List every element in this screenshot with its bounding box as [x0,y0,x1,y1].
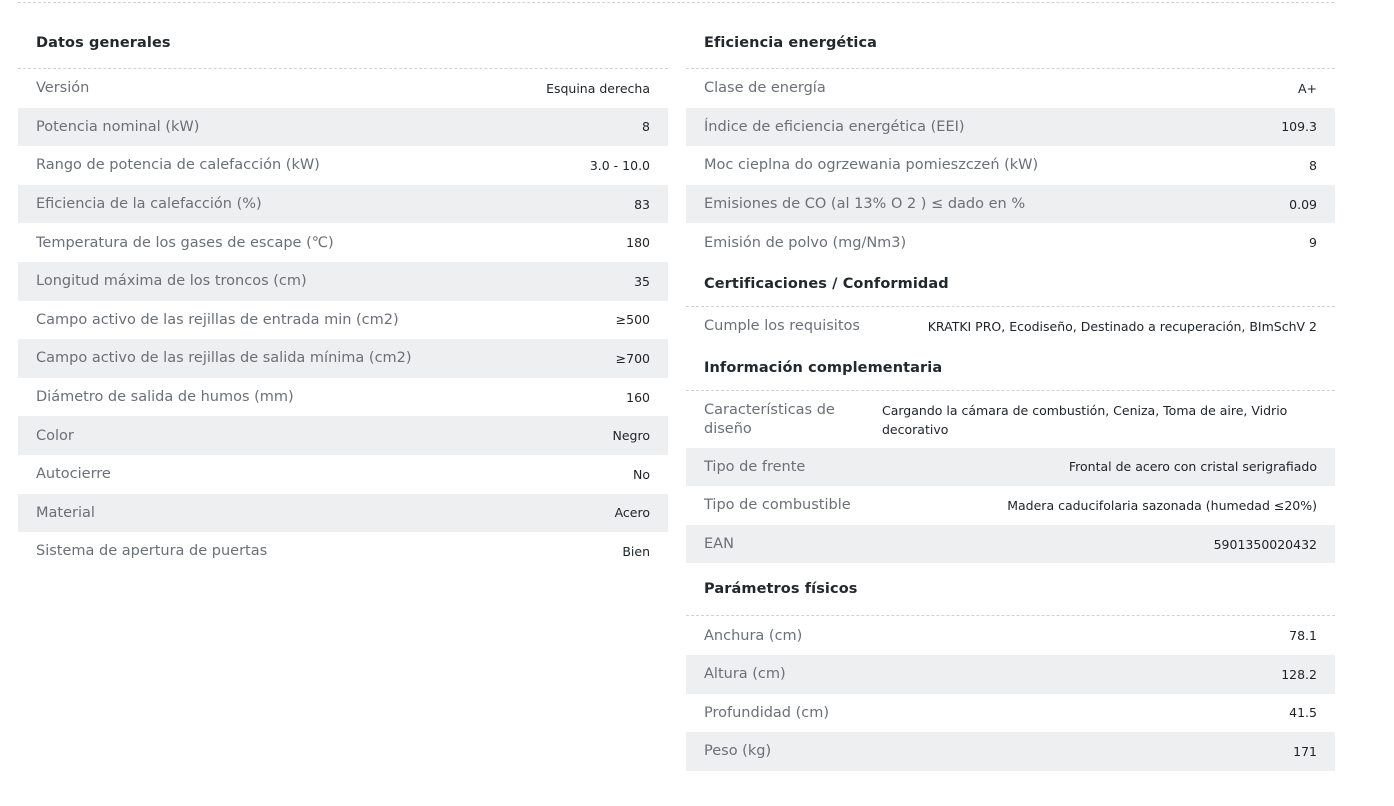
spec-value: ≥700 [615,350,650,366]
spec-row-version: Versión Esquina derecha [18,69,668,108]
spec-label: Versión [36,80,90,97]
spec-value: 78.1 [1289,628,1317,644]
spec-label: Características de diseño [704,401,835,437]
spec-label: Diámetro de salida de humos (mm) [36,389,294,406]
spec-row-color: Color Negro [18,416,668,455]
spec-value: 171 [1293,743,1317,759]
spec-value: Acero [614,505,650,521]
spec-row-heating-efficiency: Eficiencia de la calefacción (%) 83 [18,184,668,224]
spec-value: 3.0 - 10.0 [589,157,650,173]
spec-row-weight: Peso (kg) 171 [686,732,1335,771]
spec-row-flue-diameter: Diámetro de salida de humos (mm) 160 [18,378,668,417]
spec-label: Cumple los requisitos [704,318,860,335]
spec-label: Potencia nominal (kW) [36,118,200,135]
spec-value: 0.09 [1289,196,1317,212]
spec-value: 83 [634,196,650,212]
spec-value: Madera caducifolaria sazonada (humedad ≤… [1007,497,1317,513]
spec-row-inlet-grille-area: Campo activo de las rejillas de entrada … [18,301,668,340]
spec-row-co-emissions: Emisiones de CO (al 13% O 2 ) ≤ dado en … [686,184,1335,224]
spec-label: Campo activo de las rejillas de salida m… [36,350,412,367]
spec-label: Sistema de apertura de puertas [36,543,268,560]
spec-label: Clase de energía [704,80,826,97]
spec-label: Temperatura de los gases de escape (℃) [36,234,334,251]
spec-label: Altura (cm) [704,666,786,683]
spec-value: 41.5 [1289,705,1317,721]
right-specs-column: Eficiencia energética Clase de energía A… [686,0,1335,771]
spec-value: 160 [626,389,650,405]
spec-label: Tipo de frente [704,458,806,475]
spec-label: Tipo de combustible [704,497,851,514]
spec-label: EAN [704,536,734,553]
spec-row-fuel-type: Tipo de combustible Madera caducifolaria… [686,486,1335,525]
spec-row-depth: Profundidad (cm) 41.5 [686,694,1335,733]
spec-label: Longitud máxima de los troncos (cm) [36,273,307,290]
spec-label: Color [36,427,74,444]
spec-label: Autocierre [36,466,111,483]
spec-row-width: Anchura (cm) 78.1 [686,616,1335,655]
general-data-section: Datos generales Versión Esquina derecha … [18,0,668,571]
spec-row-ean: EAN 5901350020432 [686,524,1335,564]
spec-value: KRATKI PRO, Ecodiseño, Destinado a recup… [927,318,1317,334]
spec-value: 9 [1309,235,1317,251]
spec-row-power-range: Rango de potencia de calefacción (kW) 3.… [18,146,668,185]
spec-label: Rango de potencia de calefacción (kW) [36,157,320,174]
spec-row-energy-class: Clase de energía A+ [686,69,1335,108]
spec-label: Eficiencia de la calefacción (%) [36,196,262,213]
spec-row-self-closing: Autocierre No [18,455,668,494]
spec-value: 5901350020432 [1213,536,1317,552]
spec-row-height: Altura (cm) 128.2 [686,654,1335,694]
spec-row-dust-emission: Emisión de polvo (mg/Nm3) 9 [686,223,1335,262]
spec-row-door-opening: Sistema de apertura de puertas Bien [18,532,668,571]
spec-value: 35 [634,273,650,289]
spec-row-requirements: Cumple los requisitos KRATKI PRO, Ecodis… [686,307,1335,346]
spec-row-material: Material Acero [18,493,668,533]
spec-label: Emisiones de CO (al 13% O 2 ) ≤ dado en … [704,196,1026,213]
spec-row-nominal-power: Potencia nominal (kW) 8 [18,107,668,147]
spec-value: 8 [642,119,650,135]
spec-label: Índice de eficiencia energética (EEI) [704,118,965,135]
spec-row-exhaust-temperature: Temperatura de los gases de escape (℃) 1… [18,223,668,262]
spec-row-design-features: Características de diseño Cargando la cá… [686,391,1335,448]
spec-label: Peso (kg) [704,743,772,760]
section-title-energy: Eficiencia energética [686,0,1335,69]
spec-label: Moc cieplna do ogrzewania pomieszczeń (k… [704,157,1039,174]
section-title-complementary: Información complementaria [686,346,1335,391]
spec-label: Emisión de polvo (mg/Nm3) [704,234,907,251]
section-title-certifications: Certificaciones / Conformidad [686,262,1335,307]
spec-row-eei: Índice de eficiencia energética (EEI) 10… [686,107,1335,147]
spec-value: Cargando la cámara de combustión, Ceniza… [882,402,1288,437]
spec-row-front-type: Tipo de frente Frontal de acero con cris… [686,447,1335,487]
spec-row-outlet-grille-area: Campo activo de las rejillas de salida m… [18,339,668,378]
spec-value: Bien [622,543,650,559]
spec-label: Campo activo de las rejillas de entrada … [36,311,399,328]
spec-value: ≥500 [615,312,650,328]
spec-value: Negro [612,428,651,444]
spec-label: Material [36,504,95,521]
spec-label: Anchura (cm) [704,627,803,644]
spec-value: 109.3 [1281,119,1317,135]
section-title-physical: Parámetros físicos [686,563,1335,617]
spec-value: 128.2 [1281,666,1317,682]
spec-value: Frontal de acero con cristal serigrafiad… [1068,459,1317,475]
spec-value: 8 [1309,157,1317,173]
spec-value: 180 [626,235,650,251]
section-title-general: Datos generales [18,0,668,69]
spec-value: No [633,466,650,482]
spec-value: A+ [1297,80,1317,96]
spec-label: Profundidad (cm) [704,704,830,721]
spec-value: Esquina derecha [546,80,650,96]
spec-row-room-heat-output: Moc cieplna do ogrzewania pomieszczeń (k… [686,146,1335,185]
spec-row-max-log-length: Longitud máxima de los troncos (cm) 35 [18,261,668,301]
